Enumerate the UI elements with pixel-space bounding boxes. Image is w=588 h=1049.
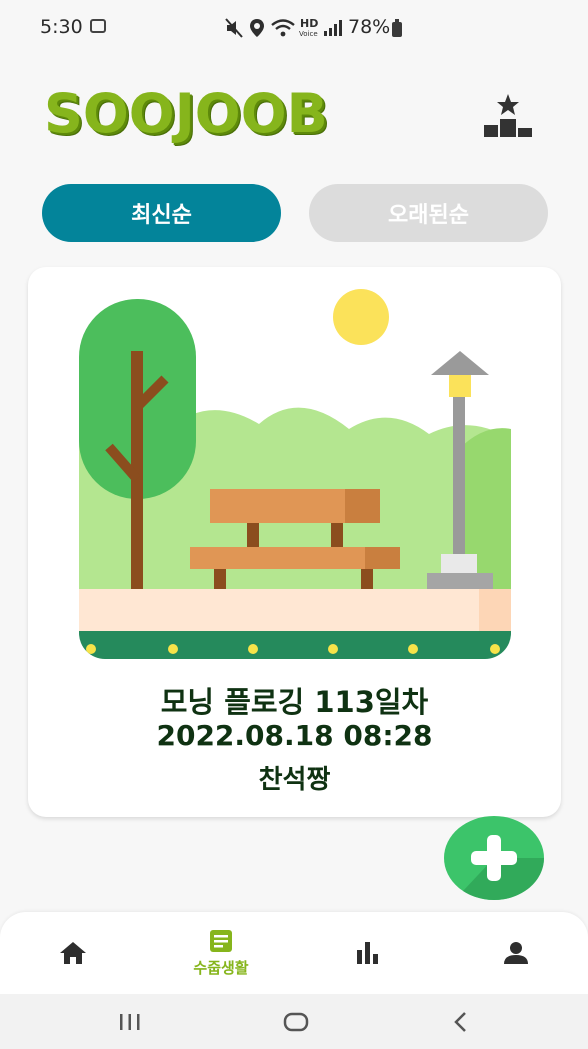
post-author: 찬석짱 (258, 765, 331, 795)
nav-label-soojoob-life: 수줍생활 (193, 958, 249, 977)
tab-oldest[interactable]: 오래된순 (309, 184, 548, 242)
bar-chart-icon (357, 942, 378, 964)
podium-star-icon (484, 94, 532, 137)
location-icon (250, 19, 264, 37)
add-post-button[interactable] (443, 815, 545, 901)
back-icon[interactable] (452, 1011, 470, 1033)
nav-stats[interactable] (308, 912, 428, 994)
post-datetime: 2022.08.18 08:28 (156, 719, 433, 752)
nav-soojoob-life[interactable]: 수줍생활 (161, 912, 281, 994)
battery-percent: 78% (348, 16, 391, 38)
hd-label: HD (300, 17, 319, 30)
nav-home[interactable] (13, 912, 133, 994)
ranking-button[interactable] (480, 92, 536, 140)
battery-icon (392, 19, 402, 37)
post-card[interactable]: 모닝 플로깅 113일차 2022.08.18 08:28 찬석짱 (28, 267, 561, 817)
bottom-nav: 수줍생활 (0, 912, 588, 994)
document-icon (210, 929, 232, 952)
signal-icon (324, 20, 342, 36)
post-title: 모닝 플로깅 113일차 (160, 685, 429, 719)
brand-logo: SOOJOOB (44, 82, 328, 145)
system-nav-bar (0, 994, 588, 1049)
person-icon (504, 942, 528, 964)
status-bar: 5:30 HD Voice 78% (0, 0, 588, 58)
status-time: 5:30 (40, 16, 83, 38)
recent-apps-icon[interactable] (118, 1012, 142, 1032)
mute-icon (225, 18, 243, 38)
home-icon (60, 942, 86, 964)
nav-profile[interactable] (456, 912, 576, 994)
voice-label: Voice (299, 30, 318, 38)
home-circle-icon[interactable] (283, 1011, 309, 1033)
tab-latest[interactable]: 최신순 (42, 184, 281, 242)
wifi-icon (271, 19, 295, 37)
screenshot-icon (90, 19, 106, 33)
park-bench-illustration (79, 289, 511, 659)
